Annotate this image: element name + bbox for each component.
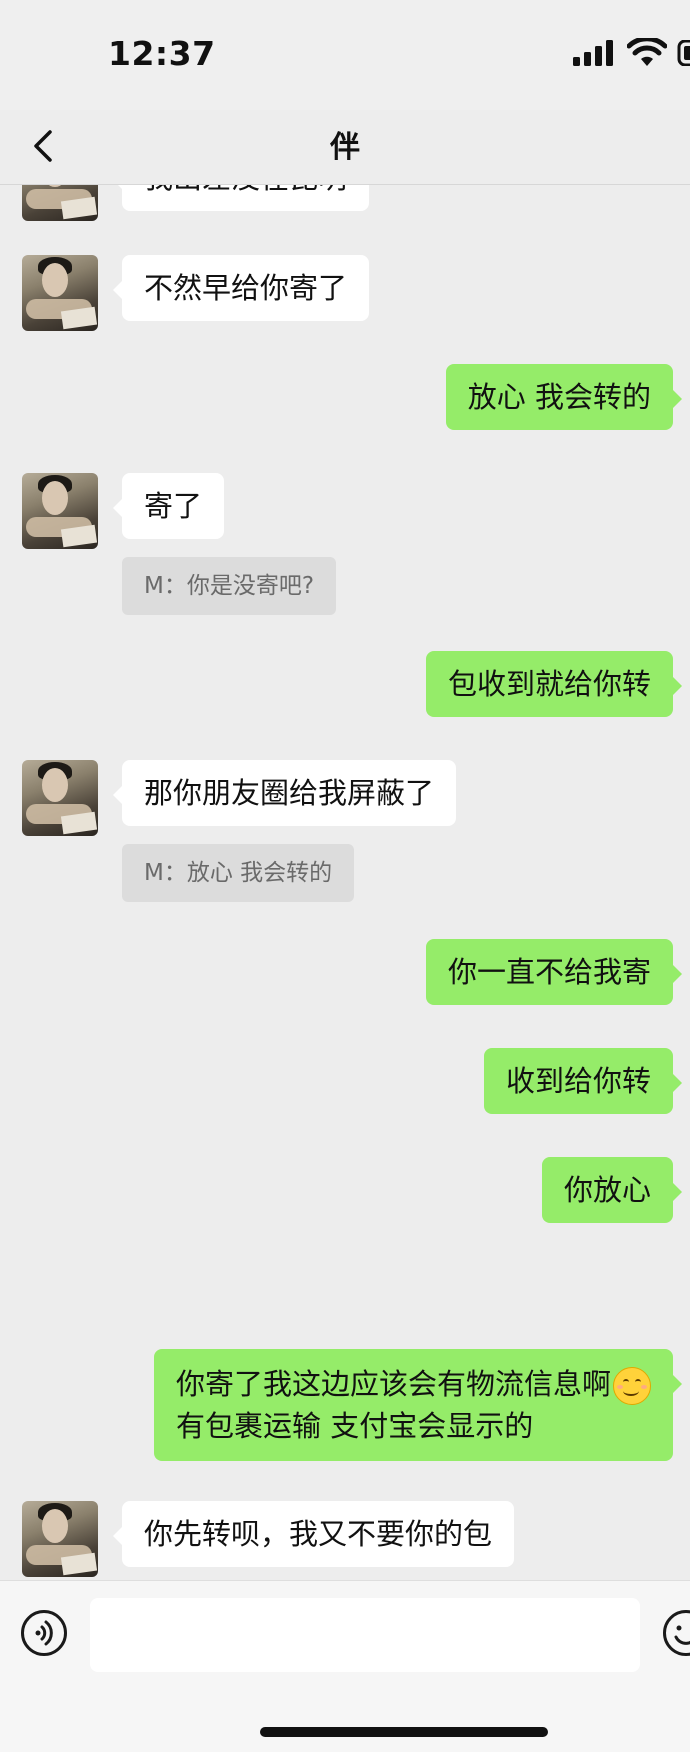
incoming-bubble[interactable]: 我出差没在昆明 <box>122 185 369 211</box>
quoted-reply[interactable]: M：你是没寄吧? <box>122 557 336 615</box>
outgoing-bubble[interactable]: 收到给你转 <box>484 1048 673 1114</box>
outgoing-bubble[interactable]: 包收到就给你转 <box>426 651 673 717</box>
incoming-bubble[interactable]: 那你朋友圈给我屏蔽了 <box>122 760 456 826</box>
home-indicator[interactable] <box>260 1727 548 1737</box>
outgoing-bubble[interactable]: 你一直不给我寄 <box>426 939 673 1005</box>
incoming-bubble[interactable]: 你先转呗，我又不要你的包 <box>122 1501 514 1567</box>
emoji-icon[interactable] <box>662 1609 690 1657</box>
message-list[interactable]: 我出差没在昆明 不然早给你寄了 放心 我会转的 寄了 M：你是没寄吧? 包收到就… <box>0 185 690 1580</box>
quoted-reply[interactable]: M：放心 我会转的 <box>122 844 354 902</box>
voice-icon[interactable] <box>20 1609 68 1657</box>
outgoing-bubble[interactable]: 放心 我会转的 <box>446 364 673 430</box>
smiling-face-emoji-icon <box>613 1367 651 1405</box>
status-bar: 12:37 <box>0 0 690 110</box>
avatar[interactable] <box>22 255 98 331</box>
status-time: 12:37 <box>108 34 216 73</box>
cellular-signal-icon <box>573 40 615 66</box>
avatar[interactable] <box>22 473 98 549</box>
battery-icon <box>677 40 690 66</box>
avatar[interactable] <box>22 760 98 836</box>
message-line: 你寄了我这边应该会有物流信息啊 <box>176 1367 611 1401</box>
chat-header: 伴 <box>0 110 690 185</box>
wifi-icon <box>627 38 667 68</box>
avatar[interactable] <box>22 1501 98 1577</box>
chat-title: 伴 <box>0 122 690 166</box>
incoming-bubble[interactable]: 不然早给你寄了 <box>122 255 369 321</box>
message-line: 有包裹运输 支付宝会显示的 <box>176 1405 651 1447</box>
message-input[interactable] <box>90 1598 640 1672</box>
incoming-bubble[interactable]: 寄了 <box>122 473 224 539</box>
outgoing-bubble[interactable]: 你放心 <box>542 1157 673 1223</box>
avatar[interactable] <box>22 185 98 221</box>
input-bar <box>0 1580 690 1752</box>
outgoing-bubble[interactable]: 你寄了我这边应该会有物流信息啊 有包裹运输 支付宝会显示的 <box>154 1349 673 1461</box>
